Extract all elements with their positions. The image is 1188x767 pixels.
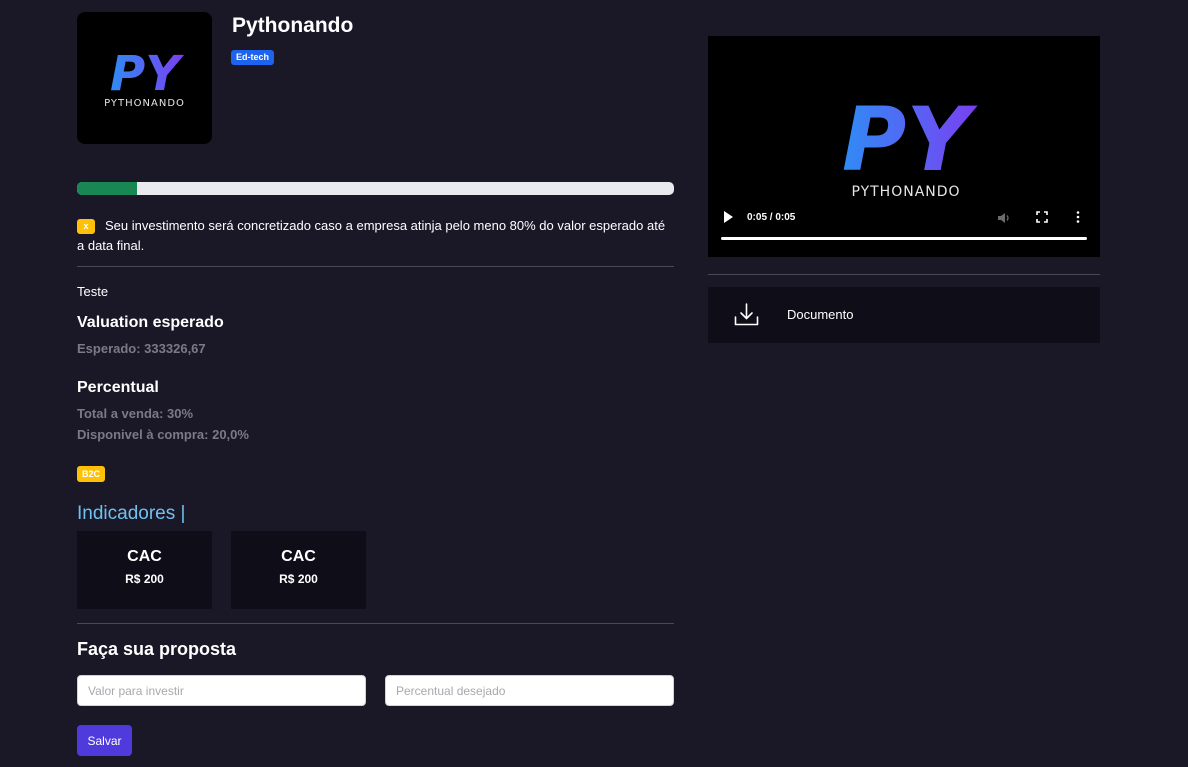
company-name: Pythonando bbox=[232, 14, 354, 37]
total-sale-text: Total a venda: 30% bbox=[77, 406, 194, 421]
document-label: Documento bbox=[787, 307, 854, 322]
desired-percent-input[interactable] bbox=[385, 675, 674, 706]
video-progress-bar[interactable] bbox=[721, 237, 1087, 240]
business-model-badge: B2C bbox=[77, 466, 106, 482]
document-download[interactable]: Documento bbox=[708, 287, 1100, 343]
indicators-title: Indicadores | bbox=[77, 503, 186, 524]
indicator-value: R$ 200 bbox=[279, 572, 318, 586]
svg-text:PY: PY bbox=[110, 48, 184, 96]
svg-text:PY: PY bbox=[842, 94, 978, 180]
fullscreen-icon[interactable] bbox=[1036, 211, 1048, 223]
py-logo-icon: PY bbox=[842, 94, 978, 180]
percentual-title: Percentual bbox=[77, 379, 159, 396]
indicator-label: CAC bbox=[127, 548, 162, 565]
divider bbox=[708, 274, 1100, 275]
warning-badge: x bbox=[77, 219, 95, 234]
volume-icon[interactable] bbox=[997, 211, 1011, 225]
play-icon[interactable] bbox=[723, 211, 733, 223]
valuation-title: Valuation esperado bbox=[77, 314, 224, 331]
available-text: Disponivel à compra: 20,0% bbox=[77, 427, 249, 442]
investment-amount-input[interactable] bbox=[77, 675, 366, 706]
divider bbox=[77, 266, 674, 267]
more-options-icon[interactable] bbox=[1076, 211, 1080, 223]
company-logo: PY PYTHONANDO bbox=[77, 12, 212, 144]
indicator-label: CAC bbox=[281, 548, 316, 565]
sector-badge: Ed-tech bbox=[231, 50, 275, 65]
video-logo-wordmark: PYTHONANDO bbox=[851, 184, 961, 200]
company-description: Teste bbox=[77, 284, 109, 299]
notice-text: Seu investimento será concretizado caso … bbox=[77, 218, 666, 253]
funding-progress-bar bbox=[77, 182, 674, 195]
py-logo-icon: PY bbox=[110, 48, 184, 96]
proposal-title: Faça sua proposta bbox=[77, 639, 237, 659]
logo-wordmark: PYTHONANDO bbox=[104, 97, 185, 109]
save-button[interactable]: Salvar bbox=[77, 725, 132, 756]
indicator-card: CAC R$ 200 bbox=[231, 531, 366, 609]
investment-notice: x Seu investimento será concretizado caso… bbox=[77, 216, 674, 256]
progress-fill bbox=[77, 182, 137, 195]
indicator-card: CAC R$ 200 bbox=[77, 531, 212, 609]
video-time: 0:05 / 0:05 bbox=[747, 212, 796, 223]
divider bbox=[77, 623, 674, 624]
pitch-video-player[interactable]: PY PYTHONANDO 0:05 / 0:05 bbox=[708, 36, 1100, 257]
indicator-value: R$ 200 bbox=[125, 572, 164, 586]
download-icon bbox=[734, 303, 759, 326]
valuation-expected: Esperado: 333326,67 bbox=[77, 341, 206, 356]
